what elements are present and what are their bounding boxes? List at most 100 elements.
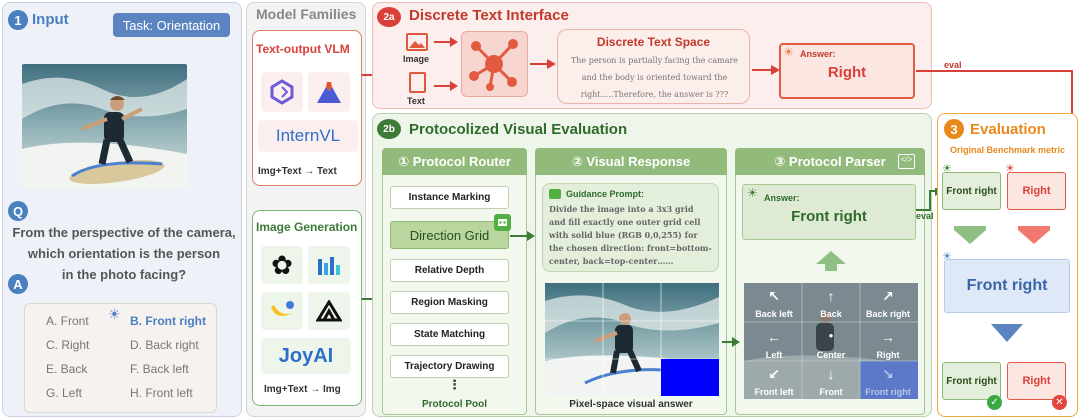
parse-up-arrow (816, 251, 846, 271)
metric-label: Original Benchmark metric (949, 145, 1066, 155)
image-gen-title: Image Generation (256, 220, 358, 234)
question-line: From the perspective of the camera, (12, 225, 236, 240)
arrow-up-left-icon: ↖ (768, 288, 780, 304)
option-a[interactable]: A. Front (46, 314, 89, 328)
grid-back-left: Back left (755, 309, 793, 319)
option-c[interactable]: C. Right (46, 338, 89, 352)
guidance-line: the chosen direction: front=bottom- (549, 243, 712, 253)
guidance-text: Divide the image into a 3x3 grid and fil… (549, 203, 717, 268)
text-label: Text (407, 96, 425, 106)
internvl-logo: InternVL (258, 120, 358, 152)
discrete-space-text: The person is partially facing the camar… (562, 52, 747, 103)
option-f[interactable]: F. Back left (130, 362, 189, 376)
option-d[interactable]: D. Back right (130, 338, 199, 352)
converge-arrows (954, 226, 1050, 244)
question-text: From the perspective of the camera, whic… (8, 222, 240, 285)
pixel-answer-image (545, 283, 719, 396)
grid-back-right: Back right (865, 309, 910, 319)
protocol-arrows (510, 231, 535, 241)
check-icon: ✓ (987, 395, 1002, 410)
reasoning-line: and the body is oriented toward the (581, 73, 728, 82)
discrete-title: Discrete Text Interface (409, 7, 569, 24)
guidance-title: Guidance Prompt: (566, 189, 645, 199)
cross-icon: ✕ (1052, 395, 1067, 410)
volcano-logo (308, 72, 350, 112)
guidance-line: Divide the image into a 3x3 grid (549, 204, 694, 214)
lightbulb-icon: ☀ (783, 45, 794, 59)
question-line: which orientation is the person (27, 246, 221, 261)
chat-icon (549, 189, 561, 199)
reasoning-line: The person is partially facing the camar… (570, 56, 739, 65)
space-arrow (752, 65, 780, 75)
response-parser-arrow (722, 337, 740, 347)
code-icon: </> (898, 154, 915, 169)
robot-icon (494, 214, 511, 231)
protocol-step-badge: 2b (377, 119, 401, 139)
question-line: in the photo facing? (61, 267, 187, 282)
protocol-trajectory-drawing[interactable]: Trajectory Drawing (390, 355, 509, 378)
qwen-logo (261, 72, 303, 112)
router-header: ① Protocol Router (382, 148, 527, 175)
image-gen-io-label: Img+Text → Img (264, 384, 341, 395)
vlm-title: Text-output VLM (256, 42, 350, 56)
answer-badge: A (8, 274, 28, 294)
guidance-line: center, back=top-center…… (549, 256, 674, 266)
grid-back: Back (820, 309, 842, 319)
grid-right: Right (876, 350, 900, 360)
joyai-logo: JoyAI (261, 338, 351, 374)
protocol-direction-grid[interactable]: Direction Grid (390, 221, 509, 249)
openai-logo: ✿ (261, 246, 303, 284)
question-badge: Q (8, 201, 28, 221)
protocol-state-matching[interactable]: State Matching (390, 323, 509, 346)
eval-top-right: Right (1007, 172, 1066, 210)
grid-front-left: Front left (754, 387, 794, 397)
parser-header: ③ Protocol Parser (735, 148, 925, 175)
vlm-network-box (461, 31, 528, 97)
option-h[interactable]: H. Front left (130, 386, 193, 400)
option-g[interactable]: G. Left (46, 386, 82, 400)
vlm-io-label: Img+Text → Text (258, 166, 337, 177)
model-families-title: Model Families (256, 6, 357, 22)
down-arrow (991, 324, 1023, 342)
input-step-badge: 1 (8, 10, 28, 30)
input-arrows (434, 37, 458, 91)
arrow-down-right-icon: ↘ (882, 366, 894, 382)
evaluation-title: Evaluation (970, 121, 1046, 138)
response-header: ② Visual Response (535, 148, 727, 175)
option-b[interactable]: B. Front right (130, 314, 206, 328)
lightbulb-icon: ☀ (108, 306, 121, 322)
reasoning-line: right.....Therefore, the answer is ??? (580, 90, 729, 99)
eval-unified-answer: Front right (944, 259, 1070, 313)
guidance-line: and fill exactly one outer grid cell (549, 217, 701, 227)
banana-logo (261, 292, 303, 330)
more-dots: ⋮ (448, 377, 461, 392)
grid-left: Left (765, 350, 783, 360)
guidance-line: with solid blue (RGB 0,0,255) for (549, 230, 698, 240)
eval-top-left: Front right (942, 172, 1001, 210)
protocol-relative-depth[interactable]: Relative Depth (390, 259, 509, 282)
arrow-up-right-icon: ↗ (882, 288, 894, 304)
input-title: Input (32, 11, 69, 28)
grid-front-right: Front right (865, 387, 911, 397)
protocol-pool-label: Protocol Pool (422, 399, 487, 410)
parser-answer: Front right (791, 208, 867, 225)
protocol-instance-marking[interactable]: Instance Marking (390, 186, 509, 209)
evaluation-step-badge: 3 (944, 119, 964, 139)
protocol-title: Protocolized Visual Evaluation (409, 121, 628, 138)
pixel-answer-label: Pixel-space visual answer (569, 399, 693, 410)
discrete-step-badge: 2a (377, 7, 401, 27)
protocol-region-masking[interactable]: Region Masking (390, 291, 509, 314)
grid-center: Center (816, 350, 846, 360)
parser-answer-label: Answer: (764, 193, 800, 203)
arrow-up-icon: ↑ (827, 288, 835, 304)
arrow-left-icon: ← (767, 329, 781, 345)
image-icon (406, 33, 428, 51)
discrete-answer-label: Answer: (800, 49, 836, 59)
image-label: Image (403, 54, 430, 64)
option-e[interactable]: E. Back (46, 362, 87, 376)
lightbulb-icon: ☀ (747, 186, 758, 200)
grid-front: Front (819, 387, 843, 397)
task-badge: Task: Orientation (113, 13, 230, 37)
document-icon (409, 72, 426, 93)
discrete-space-title: Discrete Text Space (596, 35, 711, 49)
